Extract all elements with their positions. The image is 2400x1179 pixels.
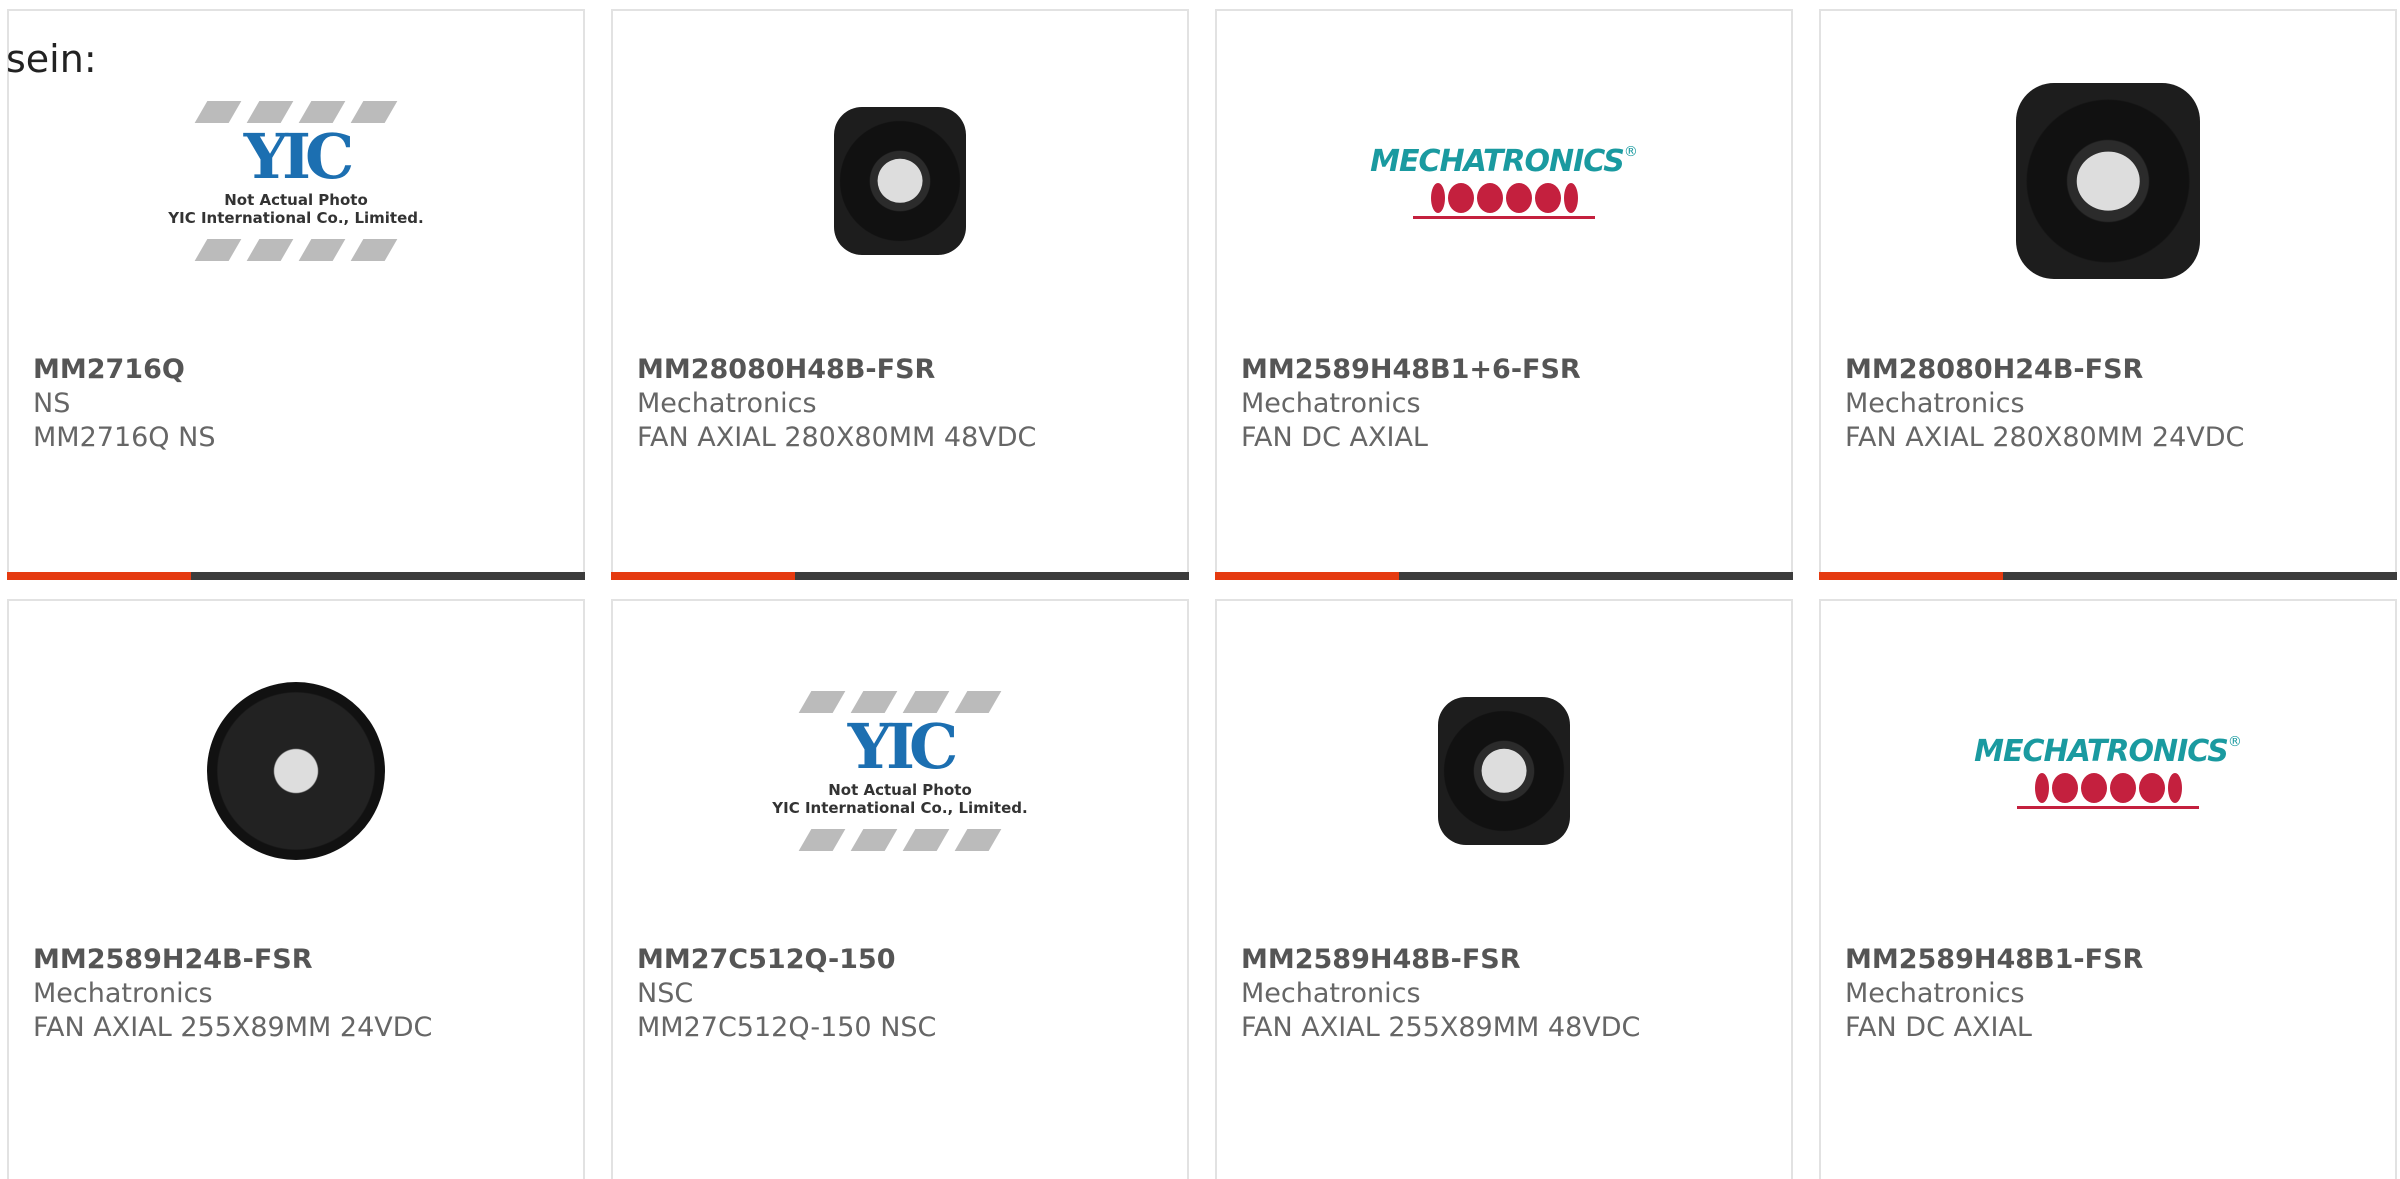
part-number-link[interactable]: MM2589H48B1-FSR	[1845, 943, 2385, 977]
manufacturer: NSC	[637, 978, 694, 1009]
description: FAN AXIAL 255X89MM 24VDC	[33, 1012, 433, 1043]
prefix-text: sein:	[6, 37, 97, 81]
description: FAN AXIAL 280X80MM 24VDC	[1845, 422, 2245, 453]
product-image[interactable]	[1217, 671, 1791, 871]
card-bottom-bar	[611, 572, 1189, 580]
manufacturer: Mechatronics	[1241, 978, 1421, 1009]
product-image[interactable]: MECHATRONICS®	[1821, 671, 2395, 871]
part-number-link[interactable]: MM2589H24B-FSR	[33, 943, 573, 977]
product-image[interactable]: MECHATRONICS®	[1217, 81, 1791, 281]
manufacturer: Mechatronics	[1845, 978, 2025, 1009]
description: MM2716Q NS	[33, 422, 216, 453]
card-bottom-bar	[7, 572, 585, 580]
fan-photo	[2016, 83, 2200, 279]
mechatronics-logo: MECHATRONICS®	[1974, 734, 2242, 809]
manufacturer: Mechatronics	[1845, 388, 2025, 419]
description: FAN DC AXIAL	[1241, 422, 1428, 453]
part-number-link[interactable]: MM2589H48B1+6-FSR	[1241, 353, 1781, 387]
manufacturer: NS	[33, 388, 71, 419]
product-card[interactable]: MM28080H24B-FSR Mechatronics FAN AXIAL 2…	[1819, 9, 2397, 580]
part-number-link[interactable]: MM2589H48B-FSR	[1241, 943, 1781, 977]
mechatronics-logo: MECHATRONICS®	[1370, 144, 1638, 219]
fan-photo	[1438, 697, 1570, 845]
manufacturer: Mechatronics	[637, 388, 817, 419]
description: MM27C512Q-150 NSC	[637, 1012, 937, 1043]
fan-photo	[834, 107, 966, 255]
part-number-link[interactable]: MM28080H24B-FSR	[1845, 353, 2385, 387]
manufacturer: Mechatronics	[33, 978, 213, 1009]
description: FAN AXIAL 255X89MM 48VDC	[1241, 1012, 1641, 1043]
product-image[interactable]	[9, 671, 583, 871]
product-image[interactable]: YIC Not Actual Photo YIC International C…	[9, 81, 583, 281]
placeholder-image: YIC Not Actual Photo YIC International C…	[772, 691, 1028, 851]
part-number-link[interactable]: MM2716Q	[33, 353, 573, 387]
product-image[interactable]	[613, 81, 1187, 281]
product-grid: YIC Not Actual Photo YIC International C…	[0, 0, 2400, 1179]
manufacturer: Mechatronics	[1241, 388, 1421, 419]
fan-photo	[207, 682, 385, 860]
part-number-link[interactable]: MM27C512Q-150	[637, 943, 1177, 977]
product-image[interactable]: YIC Not Actual Photo YIC International C…	[613, 671, 1187, 871]
description: FAN AXIAL 280X80MM 48VDC	[637, 422, 1037, 453]
description: FAN DC AXIAL	[1845, 1012, 2032, 1043]
product-card[interactable]: MM2589H48B-FSR Mechatronics FAN AXIAL 25…	[1215, 599, 1793, 1179]
product-card[interactable]: MM2589H24B-FSR Mechatronics FAN AXIAL 25…	[7, 599, 585, 1179]
card-bottom-bar	[1215, 572, 1793, 580]
product-card[interactable]: YIC Not Actual Photo YIC International C…	[611, 599, 1189, 1179]
placeholder-image: YIC Not Actual Photo YIC International C…	[168, 101, 424, 261]
card-bottom-bar	[1819, 572, 2397, 580]
product-card[interactable]: YIC Not Actual Photo YIC International C…	[7, 9, 585, 580]
product-card[interactable]: MECHATRONICS® MM2589H48B1-FSR Mechatroni…	[1819, 599, 2397, 1179]
product-card[interactable]: MECHATRONICS® MM2589H48B1+6-FSR Mechatro…	[1215, 9, 1793, 580]
part-number-link[interactable]: MM28080H48B-FSR	[637, 353, 1177, 387]
product-card[interactable]: MM28080H48B-FSR Mechatronics FAN AXIAL 2…	[611, 9, 1189, 580]
product-image[interactable]	[1821, 81, 2395, 281]
